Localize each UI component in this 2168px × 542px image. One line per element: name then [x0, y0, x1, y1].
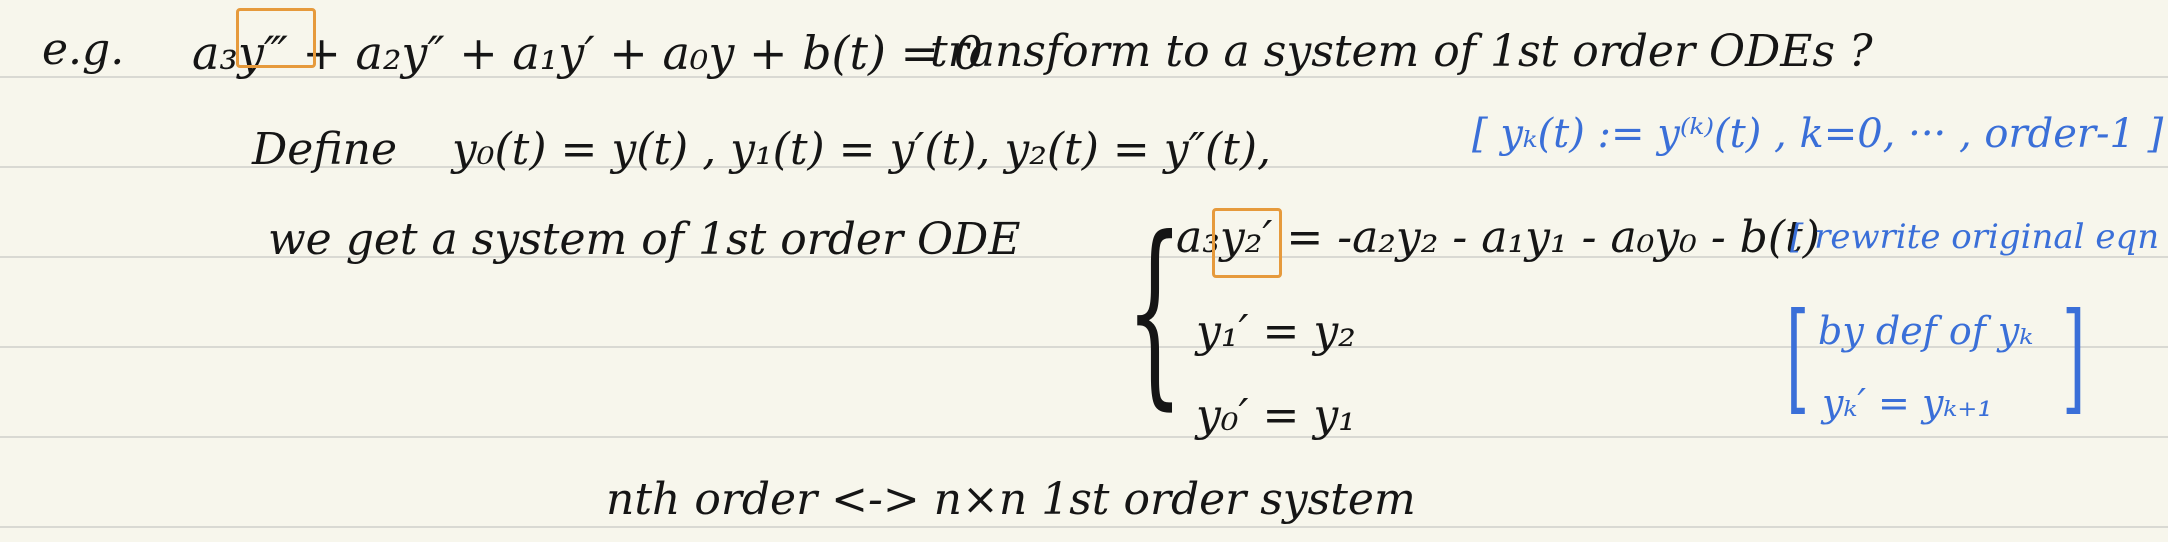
by-def-comment: by def of yₖ [1818, 309, 2034, 353]
system-equation-3: y₀′ = y₁ [1196, 390, 1356, 441]
rewrite-comment: [ rewrite original eqn ] [1790, 217, 2168, 257]
variable-definitions: y₀(t) = y(t) , y₁(t) = y′(t), y₂(t) = y″… [452, 124, 1272, 175]
define-label: Define [252, 124, 398, 175]
transform-question: transform to a system of 1st order ODEs … [930, 26, 1873, 77]
eg-label: e.g. [42, 24, 125, 75]
highlight-box-y2-prime [1212, 208, 1282, 278]
left-bracket: [ [1786, 288, 1810, 427]
definition-comment: [ yₖ(t) := y⁽ᵏ⁾(t) , k=0, ··· , order-1 … [1472, 111, 2164, 157]
system-equation-2: y₁′ = y₂ [1196, 306, 1356, 357]
right-bracket: ] [2062, 288, 2086, 427]
highlight-box-y-triple-prime [236, 8, 316, 68]
ruled-line [0, 526, 2168, 528]
system-brace: { [1126, 195, 1184, 428]
system-intro: we get a system of 1st order ODE [268, 214, 1021, 265]
shift-relation-comment: yₖ′ = yₖ₊₁ [1822, 381, 1993, 425]
ruled-line [0, 436, 2168, 438]
conclusion: nth order <-> n×n 1st order system [606, 474, 1416, 525]
